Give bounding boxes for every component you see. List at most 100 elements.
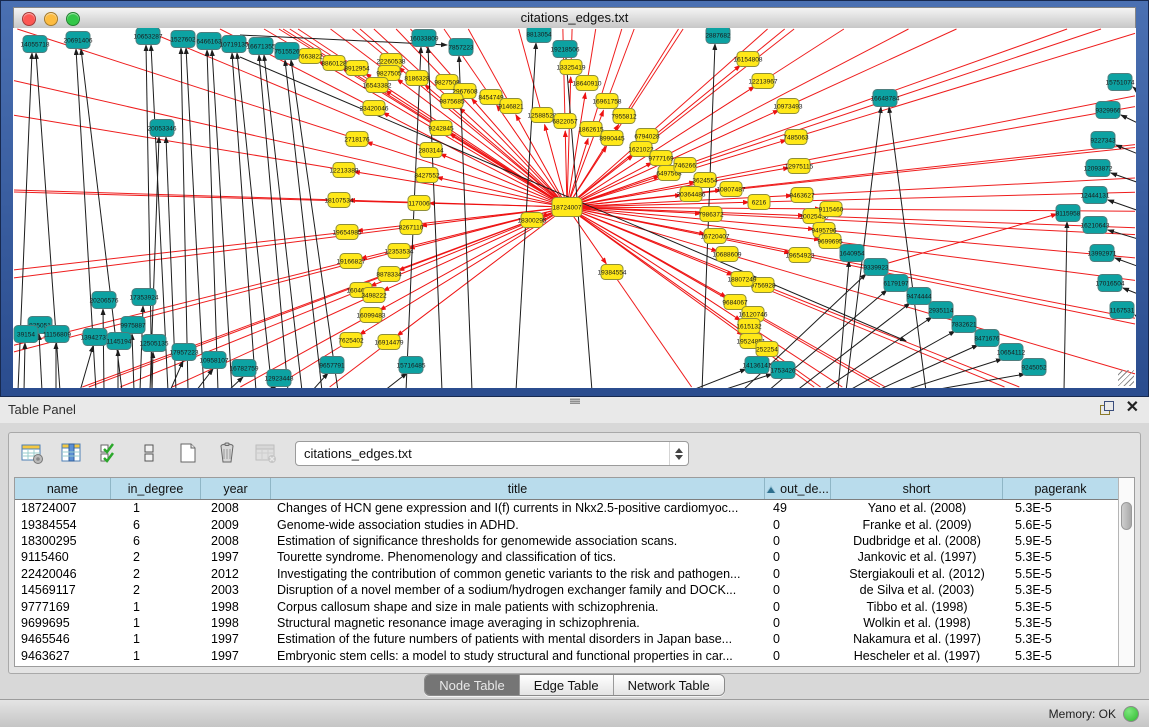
graph-node[interactable]: 8813054: [526, 28, 552, 43]
graph-node[interactable]: 16720407: [701, 229, 730, 244]
graph-node[interactable]: 20364486: [677, 187, 706, 202]
graph-node[interactable]: 8115958: [1056, 205, 1081, 222]
graph-node[interactable]: 18807249: [728, 272, 757, 287]
graph-node[interactable]: 12213389: [330, 163, 359, 178]
graph-node[interactable]: 8471676: [974, 330, 1000, 347]
graph-node[interactable]: 1145194: [107, 333, 132, 350]
delete-table-icon[interactable]: [253, 440, 279, 466]
table-row[interactable]: 946362711997Embryonic stem cells: a mode…: [15, 648, 1118, 664]
graph-node[interactable]: 17016504: [1096, 275, 1125, 292]
tab-network-table[interactable]: Network Table: [614, 675, 724, 695]
column-header-title[interactable]: title: [271, 478, 765, 499]
graph-node[interactable]: 1862615: [578, 122, 604, 137]
graph-node[interactable]: 12923448: [265, 370, 294, 387]
graph-node[interactable]: 7832621: [951, 316, 977, 333]
graph-node[interactable]: 9115460: [819, 202, 844, 217]
graph-node[interactable]: 6466163: [196, 33, 222, 50]
tab-node-table[interactable]: Node Table: [425, 675, 520, 695]
graph-node[interactable]: 19384554: [598, 265, 627, 280]
column-select-icon[interactable]: [58, 440, 84, 466]
graph-node[interactable]: 20053346: [148, 120, 177, 137]
graph-node[interactable]: 252254: [756, 342, 778, 357]
tab-edge-table[interactable]: Edge Table: [520, 675, 614, 695]
graph-node[interactable]: 7515526: [274, 43, 300, 60]
graph-node[interactable]: 18107534: [325, 193, 354, 208]
graph-node[interactable]: 2935114: [929, 302, 954, 319]
graph-node[interactable]: 16033809: [410, 30, 439, 47]
graph-node[interactable]: 16210643: [1081, 217, 1110, 234]
new-column-icon[interactable]: [175, 440, 201, 466]
graph-node[interactable]: 9339923: [863, 259, 889, 276]
graph-node[interactable]: 16648784: [871, 90, 900, 107]
graph-node[interactable]: 19654923: [786, 248, 815, 263]
table-row[interactable]: 1456911722003Disruption of a novel membe…: [15, 582, 1118, 598]
table-scrollbar[interactable]: [1118, 478, 1134, 666]
column-header-short[interactable]: short: [831, 478, 1003, 499]
graph-node[interactable]: 16154808: [734, 52, 763, 67]
graph-node[interactable]: 18300295: [518, 213, 547, 228]
graph-node[interactable]: 9245052: [1021, 359, 1047, 376]
graph-node[interactable]: 10958107: [200, 352, 229, 369]
graph-node[interactable]: 19218506: [551, 41, 580, 58]
graph-node[interactable]: 16914479: [375, 335, 404, 350]
graph-node[interactable]: 8267110: [399, 220, 424, 235]
graph-node[interactable]: 2887682: [705, 28, 731, 44]
graph-node[interactable]: 12444131: [1081, 187, 1110, 204]
graph-node[interactable]: 39154: [14, 326, 38, 343]
graph-node[interactable]: 9329966: [1095, 102, 1121, 119]
table-row[interactable]: 977716911998Corpus callosum shape and si…: [15, 598, 1118, 614]
graph-node[interactable]: 15716485: [397, 357, 426, 374]
graph-node[interactable]: 20691406: [64, 32, 93, 49]
column-header-in_degree[interactable]: in_degree: [111, 478, 201, 499]
graph-node[interactable]: 9474444: [906, 288, 932, 305]
graph-node[interactable]: 16782759: [230, 360, 259, 377]
graph-node[interactable]: 18724007: [552, 198, 582, 217]
column-header-year[interactable]: year: [201, 478, 271, 499]
graph-node[interactable]: 15751074: [1106, 74, 1135, 91]
table-row[interactable]: 969969511998Structural magnetic resonanc…: [15, 615, 1118, 631]
frame-resize-grip[interactable]: [1118, 370, 1134, 386]
graph-node[interactable]: 9463627: [789, 188, 815, 203]
graph-node[interactable]: 2718176: [344, 132, 370, 147]
table-row[interactable]: 911546021997Tourette syndrome. Phenomeno…: [15, 549, 1118, 565]
splitter-grip[interactable]: [570, 398, 580, 404]
table-row[interactable]: 1938455462009Genome-wide association stu…: [15, 516, 1118, 532]
graph-node[interactable]: 8427552: [414, 168, 440, 183]
graph-node[interactable]: 2803144: [418, 143, 444, 158]
column-header-out_de[interactable]: out_de...: [765, 478, 831, 499]
graph-node[interactable]: 9777169: [648, 151, 674, 166]
table-mode-icon[interactable]: [19, 440, 45, 466]
delete-column-icon[interactable]: [214, 440, 240, 466]
graph-node[interactable]: 6216: [748, 195, 770, 210]
graph-node[interactable]: 6179197: [883, 275, 909, 292]
graph-node[interactable]: 19654985: [333, 225, 362, 240]
graph-node[interactable]: 12353534: [385, 244, 414, 259]
graph-node[interactable]: 1167531: [1110, 302, 1135, 319]
graph-node[interactable]: 13942737: [81, 329, 110, 346]
graph-node[interactable]: 12505135: [140, 335, 169, 352]
graph-node[interactable]: 10973493: [774, 99, 803, 114]
table-source-select[interactable]: citations_edges.txt: [295, 441, 689, 466]
graph-node[interactable]: 9657791: [319, 357, 345, 374]
table-row[interactable]: 1872400712008Changes of HCN gene express…: [15, 500, 1118, 516]
graph-node[interactable]: 3624554: [692, 173, 718, 188]
graph-node[interactable]: 16543382: [363, 78, 392, 93]
graph-node[interactable]: 17353924: [130, 289, 159, 306]
stacked-rows-icon[interactable]: [136, 440, 162, 466]
table-row[interactable]: 1830029562008Estimation of significance …: [15, 533, 1118, 549]
graph-node[interactable]: 8990445: [599, 131, 625, 146]
graph-node[interactable]: 10688609: [713, 247, 742, 262]
graph-node[interactable]: 11156809: [43, 326, 71, 343]
table-row[interactable]: 2242004622012Investigating the contribut…: [15, 566, 1118, 582]
close-panel-icon[interactable]: ✕: [1126, 401, 1139, 415]
graph-node[interactable]: 16099483: [357, 308, 386, 323]
graph-node[interactable]: 8860128: [321, 56, 347, 71]
graph-node[interactable]: 9875685: [439, 94, 465, 109]
scrollbar-thumb[interactable]: [1121, 502, 1132, 530]
column-header-name[interactable]: name: [15, 478, 111, 499]
graph-node[interactable]: 16961758: [593, 94, 622, 109]
graph-node[interactable]: 1615132: [736, 319, 762, 334]
graph-node[interactable]: 10653287: [134, 28, 163, 45]
graph-node[interactable]: 1640954: [839, 245, 865, 262]
graph-node[interactable]: 8186328: [404, 71, 430, 86]
